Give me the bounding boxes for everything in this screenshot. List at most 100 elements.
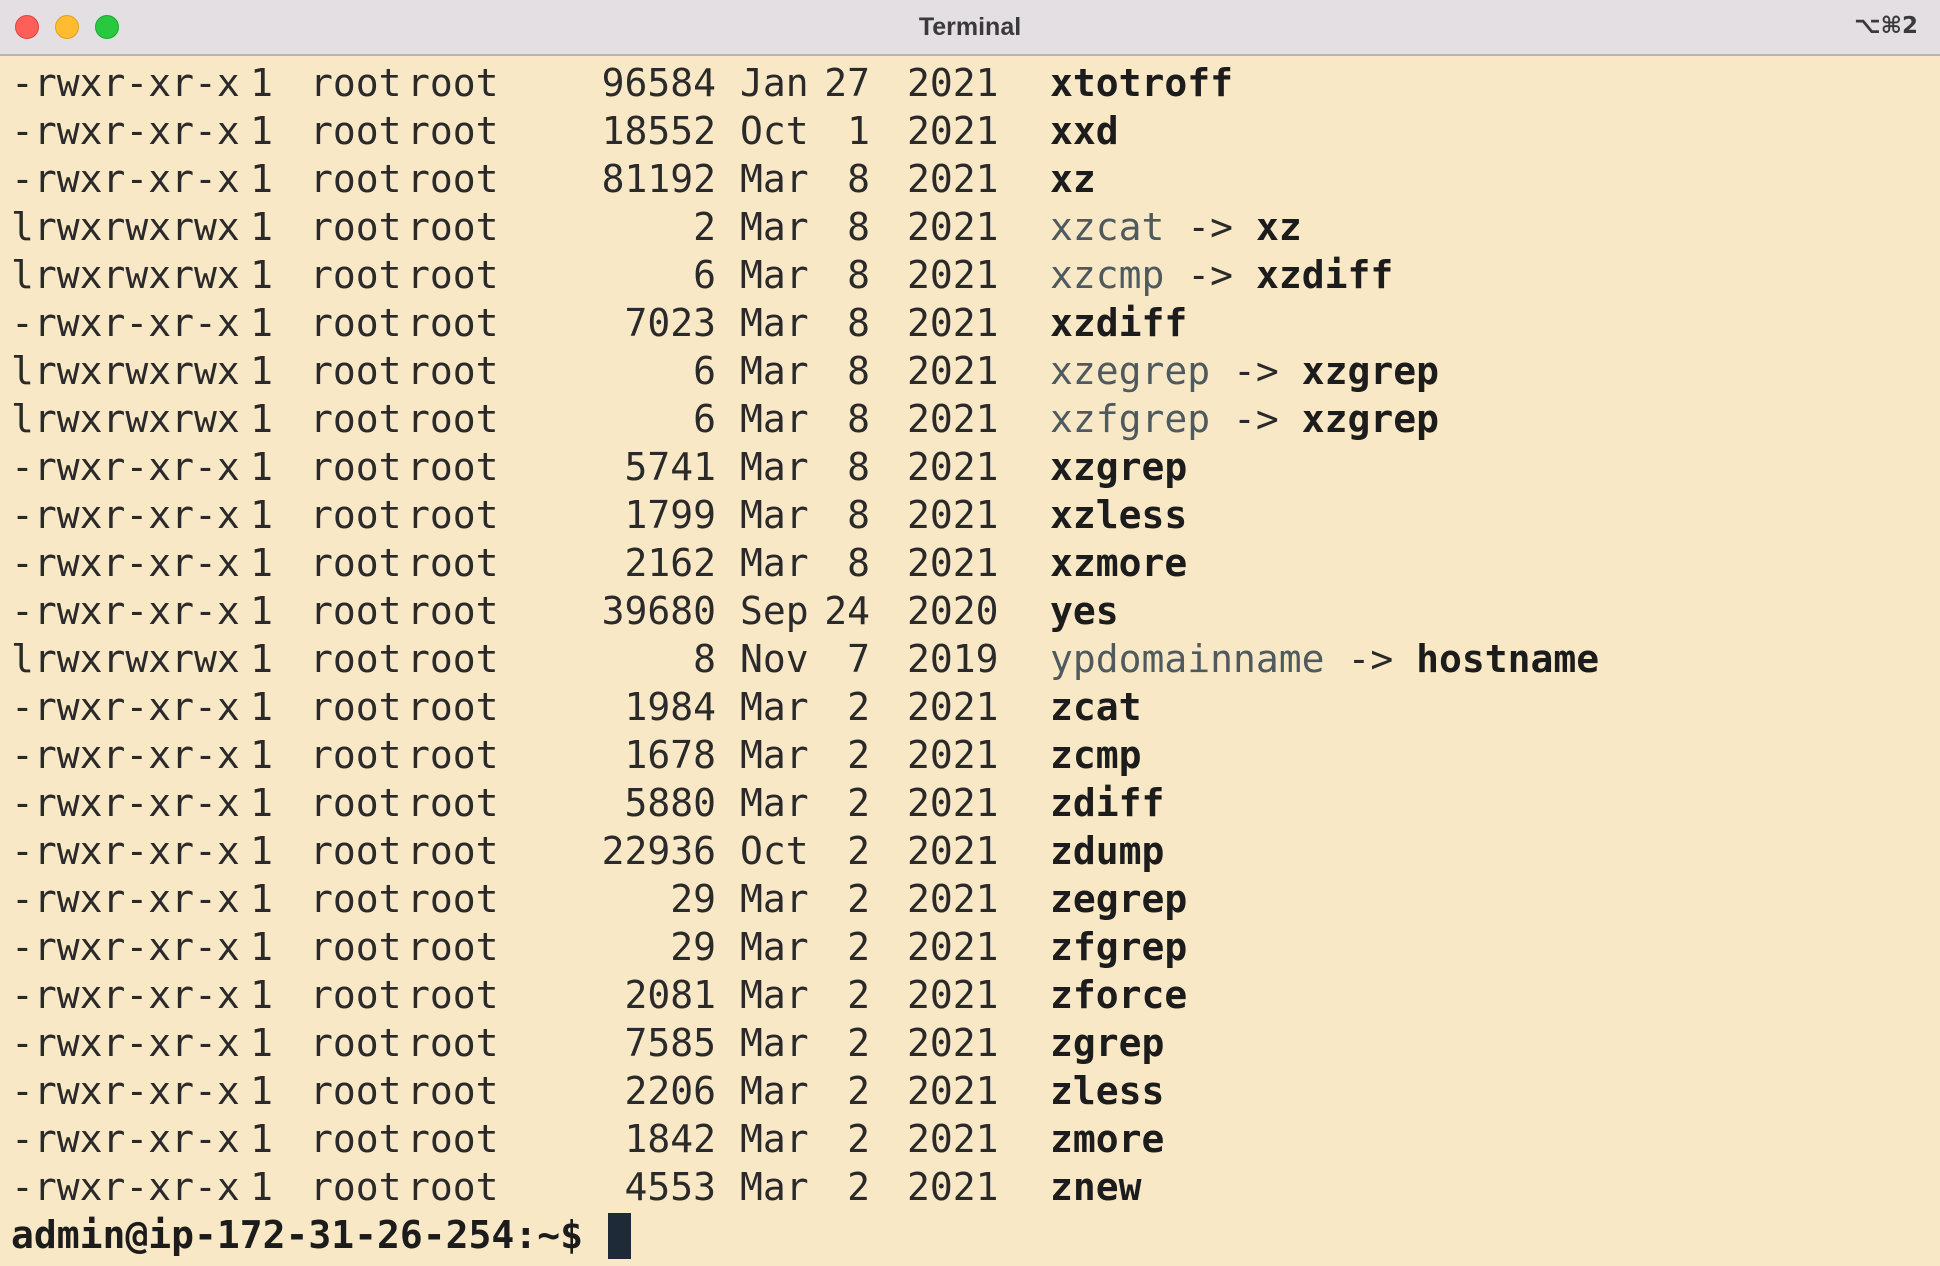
listing-size: 29 xyxy=(670,877,716,921)
file-name: xxd xyxy=(1050,109,1119,153)
listing-day: 2 xyxy=(847,1021,870,1065)
listing-size: 1678 xyxy=(624,733,716,777)
listing-group: root xyxy=(407,445,499,489)
listing-row: -rwxr-xr-x 1 root root 1678 Mar 2 2021 zcmp xyxy=(11,731,1931,779)
symlink-arrow: -> xyxy=(1187,205,1234,249)
listing-day: 7 xyxy=(847,637,870,681)
listing-perms: -rwxr-xr-x xyxy=(11,1069,240,1113)
listing-owner: root xyxy=(310,1021,402,1065)
listing-perms: -rwxr-xr-x xyxy=(11,445,240,489)
listing-row: -rwxr-xr-x 1 root root 1984 Mar 2 2021 zcat xyxy=(11,683,1931,731)
listing-links: 1 xyxy=(250,205,273,249)
listing-group: root xyxy=(407,301,499,345)
listing-row: -rwxr-xr-x 1 root root 18552 Oct 1 2021 xxd xyxy=(11,107,1931,155)
listing-size: 39680 xyxy=(601,589,716,633)
symlink-arrow: -> xyxy=(1233,349,1279,393)
listing-year: 2021 xyxy=(907,685,999,729)
listing-day: 8 xyxy=(847,205,870,249)
terminal-output[interactable]: -rwxr-xr-x 1 root root 96584 Jan 27 2021 xtotrof… xyxy=(11,59,1931,1259)
listing-perms: -rwxr-xr-x xyxy=(11,1165,240,1209)
file-name: xzgrep xyxy=(1050,445,1188,489)
listing-links: 1 xyxy=(250,877,273,921)
listing-size: 22936 xyxy=(601,829,716,873)
listing-day: 8 xyxy=(847,349,870,393)
listing-day: 24 xyxy=(824,589,870,633)
listing-day: 27 xyxy=(824,61,870,105)
listing-group: root xyxy=(407,1165,499,1209)
file-name: xzmore xyxy=(1050,541,1188,585)
listing-row: lrwxrwxrwx 1 root root 6 Mar 8 2021 xzfgrep -> x… xyxy=(11,395,1931,443)
listing-links: 1 xyxy=(250,61,273,105)
listing-group: root xyxy=(407,637,499,681)
listing-day: 1 xyxy=(847,109,870,153)
listing-links: 1 xyxy=(250,397,273,441)
listing-links: 1 xyxy=(250,1021,273,1065)
listing-size: 7023 xyxy=(624,301,716,345)
listing-size: 1842 xyxy=(624,1117,716,1161)
window-shortcut-label: ⌥⌘2 xyxy=(1854,13,1918,39)
listing-group: root xyxy=(407,1117,499,1161)
listing-month: Mar xyxy=(740,685,809,729)
listing-month: Oct xyxy=(740,109,809,153)
listing-owner: root xyxy=(310,685,402,729)
listing-day: 2 xyxy=(847,877,870,921)
listing-row: lrwxrwxrwx 1 root root 6 Mar 8 2021 xzcmp -> xzd… xyxy=(11,251,1931,299)
listing-size: 2 xyxy=(693,205,716,249)
listing-month: Mar xyxy=(740,1021,809,1065)
prompt-line[interactable]: admin@ip-172-31-26-254:~$ xyxy=(11,1211,1931,1259)
listing-month: Mar xyxy=(740,397,809,441)
listing-day: 2 xyxy=(847,1117,870,1161)
listing-group: root xyxy=(407,397,499,441)
listing-row: -rwxr-xr-x 1 root root 39680 Sep 24 2020 yes xyxy=(11,587,1931,635)
listing-links: 1 xyxy=(250,253,273,297)
listing-year: 2021 xyxy=(907,61,999,105)
listing-links: 1 xyxy=(250,445,273,489)
listing-owner: root xyxy=(310,637,402,681)
listing-row: lrwxrwxrwx 1 root root 6 Mar 8 2021 xzegrep -> x… xyxy=(11,347,1931,395)
listing-year: 2021 xyxy=(907,781,999,825)
listing-group: root xyxy=(407,541,499,585)
listing-links: 1 xyxy=(250,781,273,825)
listing-year: 2021 xyxy=(907,1165,999,1209)
listing-owner: root xyxy=(310,733,402,777)
listing-day: 2 xyxy=(847,733,870,777)
listing-links: 1 xyxy=(250,925,273,969)
symlink-name: xzegrep xyxy=(1050,349,1211,393)
listing-owner: root xyxy=(310,61,402,105)
listing-links: 1 xyxy=(250,301,273,345)
listing-group: root xyxy=(407,205,499,249)
listing-size: 4553 xyxy=(624,1165,716,1209)
listing-group: root xyxy=(407,781,499,825)
listing-row: -rwxr-xr-x 1 root root 2162 Mar 8 2021 xzmore xyxy=(11,539,1931,587)
listing-row: -rwxr-xr-x 1 root root 81192 Mar 8 2021 xz xyxy=(11,155,1931,203)
listing-day: 2 xyxy=(847,685,870,729)
listing-perms: -rwxr-xr-x xyxy=(11,301,240,345)
symlink-target: xz xyxy=(1255,205,1302,249)
listing-perms: -rwxr-xr-x xyxy=(11,1021,240,1065)
file-name: zegrep xyxy=(1050,877,1188,921)
listing-owner: root xyxy=(310,877,402,921)
listing-day: 2 xyxy=(847,781,870,825)
listing-perms: lrwxrwxrwx xyxy=(11,397,240,441)
listing-year: 2021 xyxy=(907,157,999,201)
symlink-name: ypdomainname xyxy=(1050,637,1325,681)
title-bar: Terminal ⌥⌘2 xyxy=(0,0,1940,56)
listing-year: 2021 xyxy=(907,301,999,345)
listing-month: Sep xyxy=(740,589,809,633)
listing-year: 2021 xyxy=(907,109,999,153)
listing-group: root xyxy=(407,1069,499,1113)
symlink-target: xzgrep xyxy=(1301,397,1439,441)
listing-links: 1 xyxy=(250,637,273,681)
listing-year: 2021 xyxy=(907,349,999,393)
listing-size: 1984 xyxy=(624,685,716,729)
listing-perms: lrwxrwxrwx xyxy=(11,637,240,681)
listing-links: 1 xyxy=(250,1117,273,1161)
listing-group: root xyxy=(407,109,499,153)
text-cursor xyxy=(607,1212,631,1259)
listing-links: 1 xyxy=(250,1165,273,1209)
listing-month: Mar xyxy=(740,493,809,537)
listing-day: 2 xyxy=(847,829,870,873)
file-name: xzdiff xyxy=(1050,301,1188,345)
listing-owner: root xyxy=(310,397,402,441)
listing-links: 1 xyxy=(250,1069,273,1113)
